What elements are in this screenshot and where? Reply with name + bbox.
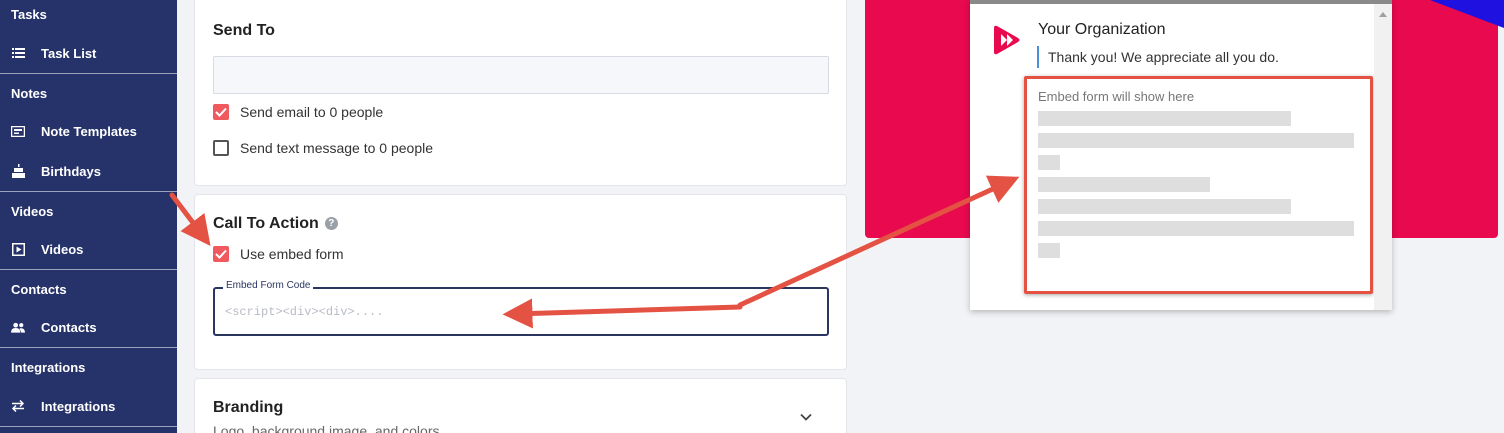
- embed-form-code-label: Embed Form Code: [223, 280, 314, 291]
- call-to-action-heading: Call To Action?: [213, 215, 338, 233]
- sidebar-section-videos: Videos: [11, 204, 54, 219]
- embed-form-code-field[interactable]: Embed Form Code <script><div><div>....: [213, 280, 829, 336]
- send-text-checkbox[interactable]: [213, 140, 229, 156]
- use-embed-option[interactable]: Use embed form: [213, 246, 343, 262]
- preview-scrollbar[interactable]: [1374, 4, 1392, 310]
- sidebar-item-note-templates[interactable]: Note Templates: [0, 116, 177, 146]
- scroll-up-icon[interactable]: [1379, 12, 1387, 17]
- branding-subtitle: Logo, background image, and colors: [213, 423, 440, 433]
- sidebar-divider: [0, 347, 177, 348]
- sidebar-item-birthdays[interactable]: Birthdays: [0, 156, 177, 186]
- organization-logo: [994, 25, 1020, 55]
- embed-form-code-placeholder: <script><div><div>....: [225, 305, 384, 319]
- branding-card[interactable]: Branding Logo, background image, and col…: [194, 378, 847, 433]
- sidebar-item-videos[interactable]: Videos: [0, 234, 177, 264]
- sidebar-item-label: Contacts: [41, 319, 97, 335]
- sidebar-divider: [0, 269, 177, 270]
- sidebar-divider: [0, 73, 177, 74]
- recipients-input[interactable]: [213, 56, 829, 94]
- list-icon: [11, 46, 25, 60]
- send-text-label: Send text message to 0 people: [240, 140, 434, 156]
- thank-you-message: Thank you! We appreciate all you do.: [1037, 46, 1279, 68]
- chevron-down-icon[interactable]: [798, 409, 814, 425]
- sidebar-section-contacts: Contacts: [11, 282, 67, 297]
- sidebar-section-integrations: Integrations: [11, 360, 86, 375]
- sidebar-divider: [0, 426, 177, 427]
- embed-form-preview: Embed form will show here: [1024, 76, 1373, 294]
- call-to-action-card: Call To Action? Use embed form Embed For…: [194, 194, 847, 370]
- embed-preview-placeholder: Embed form will show here: [1038, 89, 1195, 104]
- sidebar-item-label: Note Templates: [41, 123, 137, 139]
- sidebar-divider: [0, 191, 177, 192]
- skeleton-line: [1038, 199, 1291, 214]
- sidebar-item-label: Birthdays: [41, 163, 101, 179]
- sidebar-item-task-list[interactable]: Task List: [0, 38, 177, 68]
- branding-title: Branding: [213, 399, 284, 416]
- sidebar: Tasks Task List Notes Note Templates Bir…: [0, 0, 177, 433]
- sidebar-item-integrations[interactable]: Integrations: [0, 391, 177, 421]
- sidebar-item-label: Videos: [41, 241, 84, 257]
- skeleton-line: [1038, 111, 1291, 126]
- sidebar-section-notes: Notes: [11, 86, 48, 101]
- send-to-card: Send To Send email to 0 people Send text…: [194, 0, 847, 186]
- send-to-title: Send To: [213, 22, 275, 39]
- sidebar-item-label: Integrations: [41, 398, 116, 414]
- skeleton-line: [1038, 133, 1354, 148]
- sidebar-section-tasks: Tasks: [11, 7, 47, 22]
- call-to-action-title: Call To Action: [213, 215, 319, 232]
- note-template-icon: [11, 124, 25, 138]
- skeleton-line: [1038, 221, 1354, 236]
- send-text-option[interactable]: Send text message to 0 people: [213, 140, 433, 156]
- send-email-option[interactable]: Send email to 0 people: [213, 104, 383, 120]
- swap-arrows-icon: [11, 399, 25, 413]
- sidebar-item-label: Task List: [41, 45, 97, 61]
- skeleton-line: [1038, 243, 1060, 258]
- send-email-label: Send email to 0 people: [240, 104, 384, 120]
- cake-icon: [11, 164, 25, 178]
- use-embed-checkbox[interactable]: [213, 246, 229, 262]
- send-email-checkbox[interactable]: [213, 104, 229, 120]
- skeleton-line: [1038, 155, 1060, 170]
- people-icon: [11, 320, 25, 334]
- use-embed-label: Use embed form: [240, 246, 344, 262]
- help-icon[interactable]: ?: [324, 217, 338, 231]
- skeleton-line: [1038, 177, 1210, 192]
- preview-card: Your Organization Thank you! We apprecia…: [970, 0, 1392, 310]
- organization-name: Your Organization: [1038, 21, 1166, 38]
- play-box-icon: [11, 242, 25, 256]
- sidebar-item-contacts[interactable]: Contacts: [0, 312, 177, 342]
